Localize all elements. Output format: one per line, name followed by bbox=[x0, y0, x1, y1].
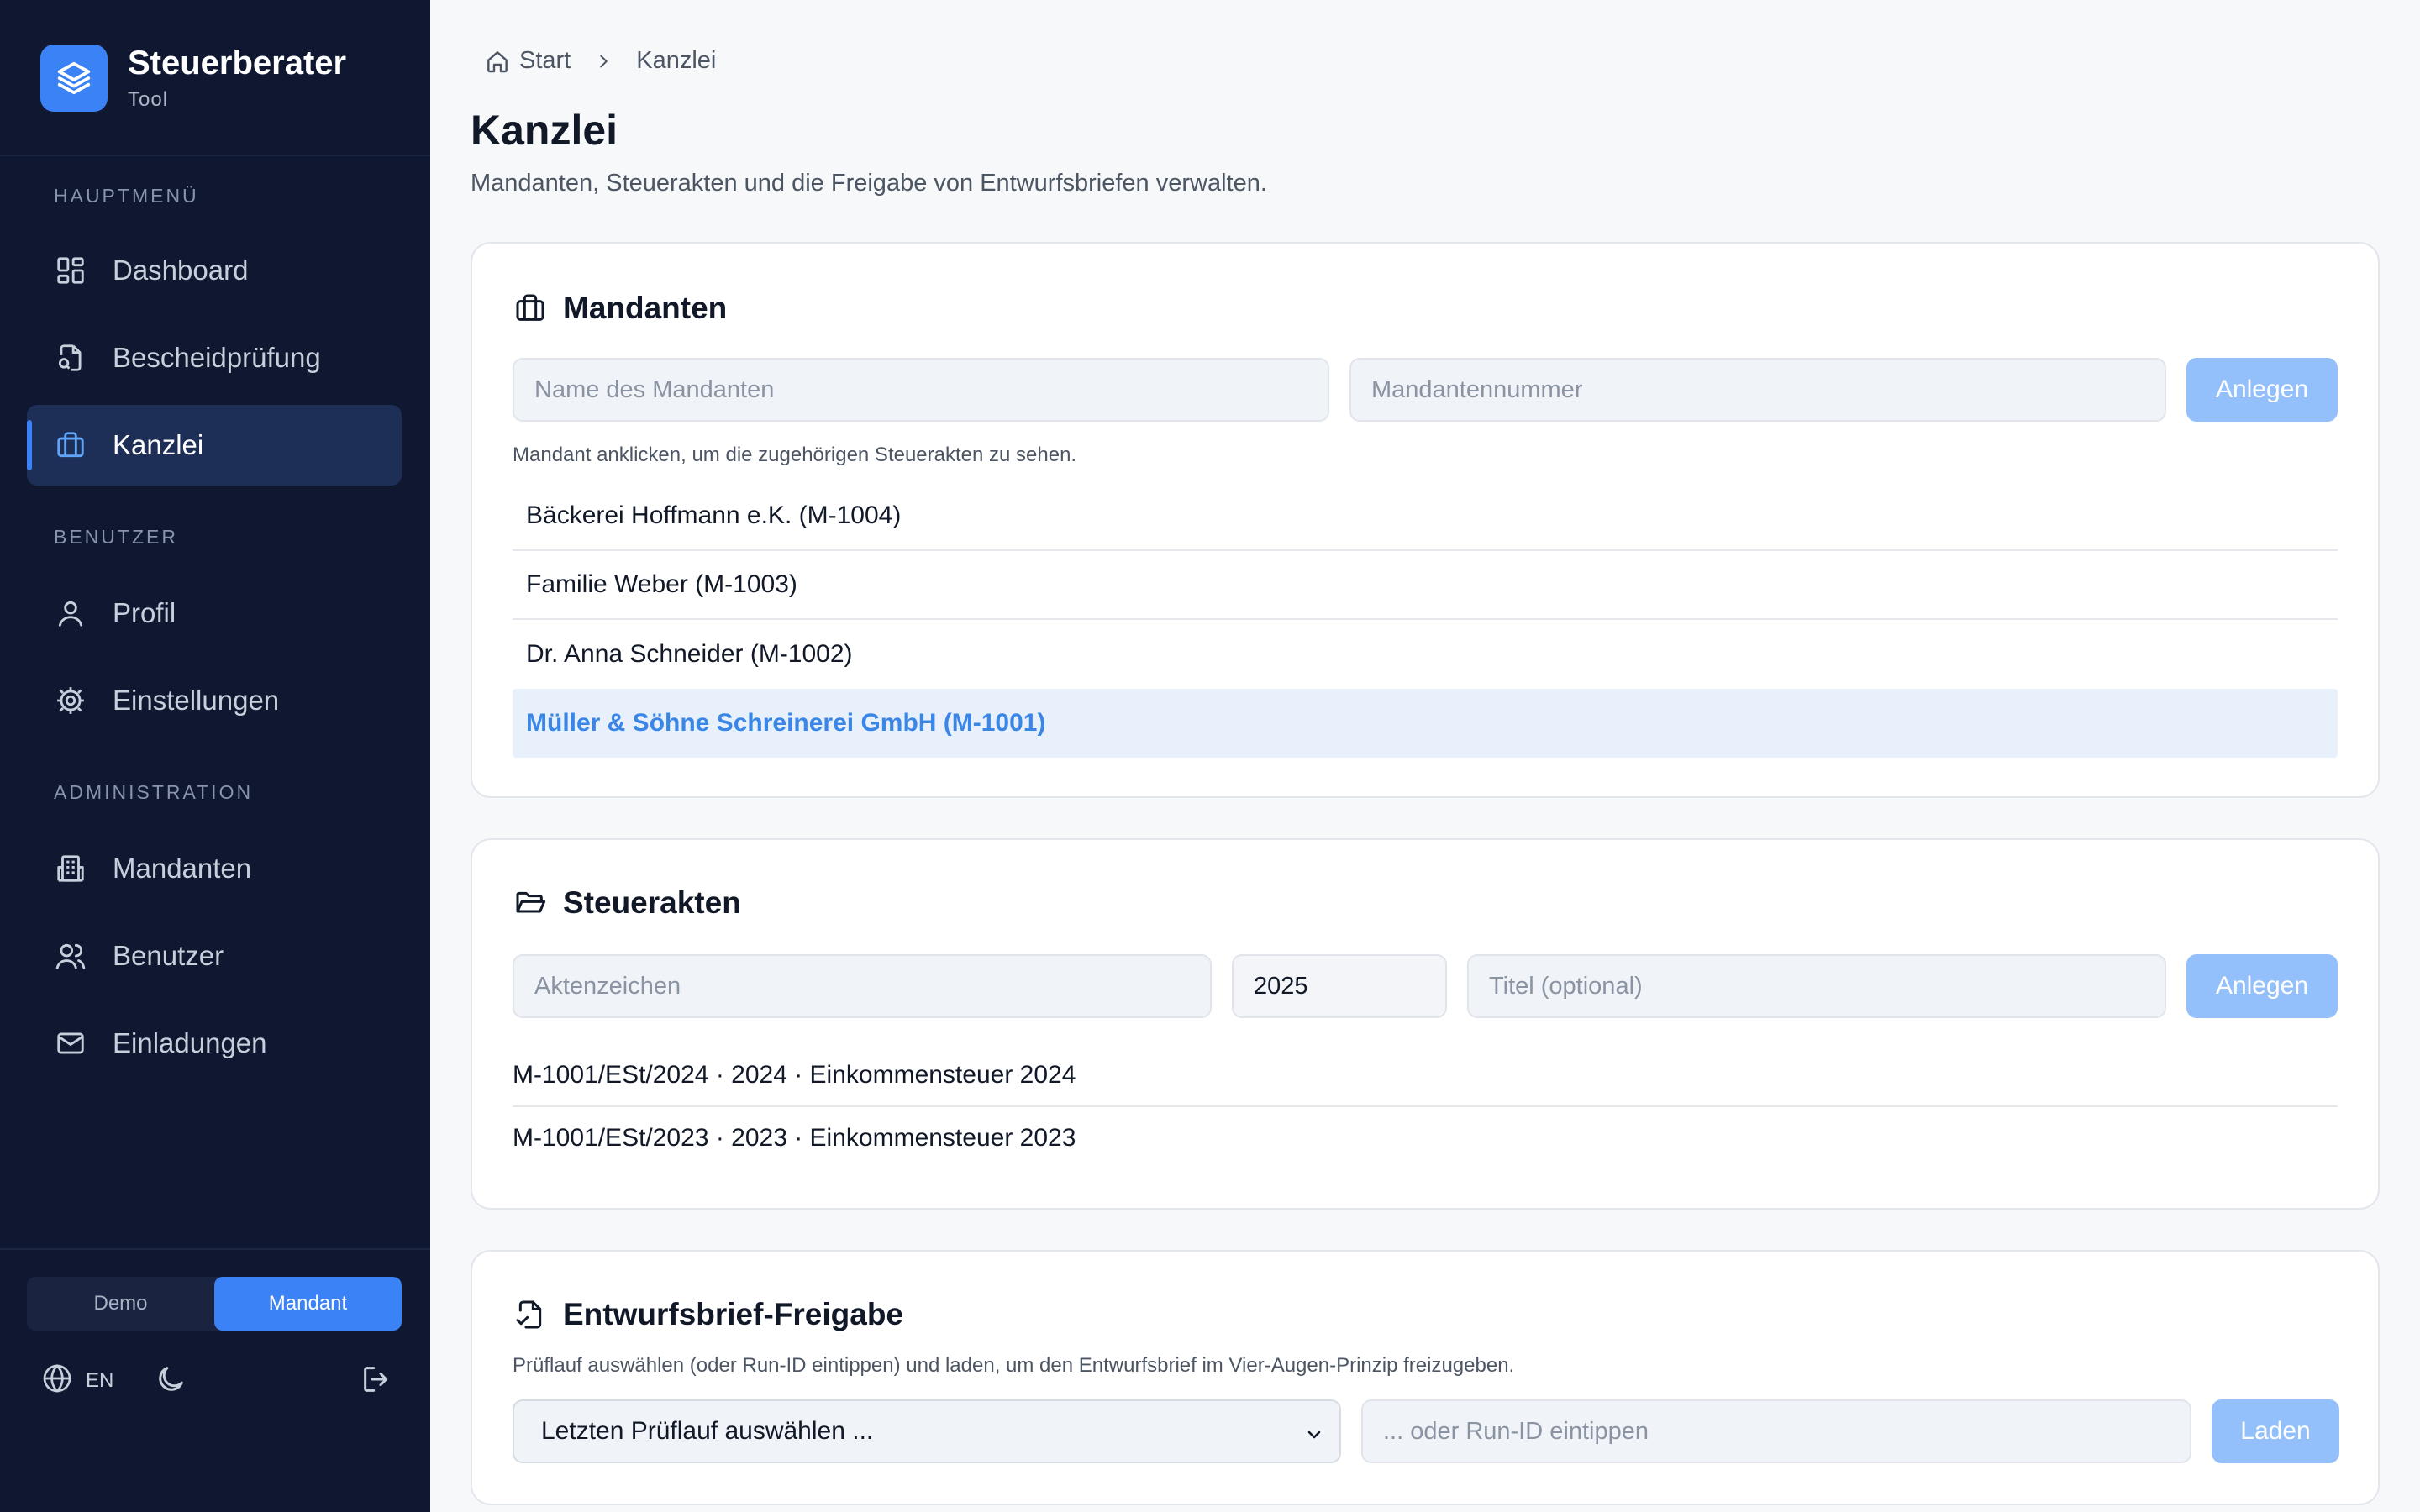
sidebar-item-label: Einladungen bbox=[113, 1027, 267, 1058]
sidebar-item-label: Profil bbox=[113, 597, 176, 628]
client-list-hint: Mandant anklicken, um die zugehörigen St… bbox=[513, 444, 1077, 466]
freigabe-hint: Prüflauf auswählen (oder Run-ID eintippe… bbox=[513, 1354, 1515, 1377]
globe-icon bbox=[40, 1362, 74, 1401]
brand[interactable]: Steuerberater Tool bbox=[40, 44, 346, 113]
page-subtitle: Mandanten, Steuerakten und die Freigabe … bbox=[471, 170, 1267, 197]
list-item-selected[interactable]: Müller & Söhne Schreinerei GmbH (M-1001) bbox=[513, 689, 2338, 758]
mode-demo-button[interactable]: Demo bbox=[27, 1277, 214, 1331]
create-file-button[interactable]: Anlegen bbox=[2186, 954, 2338, 1018]
mode-toggle: Demo Mandant bbox=[27, 1277, 402, 1331]
sidebar-item-einstellungen[interactable]: Einstellungen bbox=[27, 660, 402, 741]
dashboard-icon bbox=[54, 254, 87, 287]
list-item[interactable]: Bäckerei Hoffmann e.K. (M-1004) bbox=[513, 482, 2338, 551]
list-item[interactable]: M-1001/ESt/2023 · 2023 · Einkommensteuer… bbox=[513, 1107, 2338, 1169]
moon-icon bbox=[154, 1362, 187, 1400]
breadcrumb: Start Kanzlei bbox=[484, 47, 716, 75]
card-title-text: Mandanten bbox=[563, 291, 728, 325]
users-icon bbox=[54, 939, 87, 973]
logout-button[interactable] bbox=[360, 1362, 393, 1400]
list-item[interactable]: Familie Weber (M-1003) bbox=[513, 551, 2338, 620]
sidebar-item-label: Kanzlei bbox=[113, 429, 204, 460]
briefcase-icon bbox=[54, 428, 87, 462]
gear-icon bbox=[54, 684, 87, 717]
logout-icon bbox=[360, 1362, 393, 1400]
load-run-button[interactable]: Laden bbox=[2212, 1399, 2339, 1463]
file-search-icon bbox=[54, 341, 87, 375]
freigabe-card-title: Entwurfsbrief-Freigabe bbox=[513, 1297, 903, 1332]
mandanten-card-title: Mandanten bbox=[513, 291, 727, 326]
sidebar-item-mandanten[interactable]: Mandanten bbox=[27, 828, 402, 909]
sidebar-item-label: Dashboard bbox=[113, 255, 249, 286]
sidebar-item-label: Bescheidprüfung bbox=[113, 342, 321, 373]
steuerakten-card: Steuerakten Anlegen M-1001/ESt/2024 · 20… bbox=[471, 838, 2380, 1210]
file-check-icon bbox=[513, 1297, 548, 1332]
building-icon bbox=[54, 852, 87, 885]
sidebar-item-dashboard[interactable]: Dashboard bbox=[27, 230, 402, 311]
section-label-admin: ADMINISTRATION bbox=[54, 781, 254, 803]
client-number-input[interactable] bbox=[1349, 358, 2166, 422]
card-title-text: Entwurfsbrief-Freigabe bbox=[563, 1297, 903, 1331]
list-item[interactable]: Dr. Anna Schneider (M-1002) bbox=[513, 620, 2338, 689]
section-label-main: HAUPTMENÜ bbox=[54, 185, 199, 207]
card-title-text: Steuerakten bbox=[563, 885, 741, 920]
chevron-right-icon bbox=[594, 52, 613, 71]
sidebar-footer-tools: EN bbox=[40, 1357, 393, 1404]
run-select-value: Letzten Prüflauf auswählen ... bbox=[541, 1417, 874, 1445]
folder-open-icon bbox=[513, 885, 548, 921]
create-client-button[interactable]: Anlegen bbox=[2186, 358, 2338, 422]
sidebar-item-benutzer[interactable]: Benutzer bbox=[27, 916, 402, 996]
breadcrumb-home-label: Start bbox=[519, 47, 571, 74]
year-input[interactable] bbox=[1232, 954, 1447, 1018]
sidebar-item-einladungen[interactable]: Einladungen bbox=[27, 1003, 402, 1084]
file-title-input[interactable] bbox=[1467, 954, 2166, 1018]
theme-toggle-button[interactable] bbox=[154, 1362, 187, 1400]
mode-mandant-button[interactable]: Mandant bbox=[214, 1277, 402, 1331]
run-select[interactable]: Letzten Prüflauf auswählen ... bbox=[513, 1399, 1341, 1463]
sidebar-item-label: Benutzer bbox=[113, 940, 224, 971]
client-name-input[interactable] bbox=[513, 358, 1329, 422]
sidebar: Steuerberater Tool HAUPTMENÜ Dashboard B… bbox=[0, 0, 430, 1512]
breadcrumb-home[interactable]: Start bbox=[484, 47, 571, 75]
list-item[interactable]: M-1001/ESt/2024 · 2024 · Einkommensteuer… bbox=[513, 1045, 2338, 1107]
divider bbox=[0, 155, 430, 156]
section-label-user: BENUTZER bbox=[54, 526, 178, 548]
mail-icon bbox=[54, 1026, 87, 1060]
brand-title: Steuerberater bbox=[128, 45, 347, 81]
breadcrumb-current: Kanzlei bbox=[636, 47, 717, 74]
freigabe-card: Entwurfsbrief-Freigabe Prüflauf auswähle… bbox=[471, 1250, 2380, 1505]
divider bbox=[0, 1248, 430, 1250]
sidebar-item-bescheidpruefung[interactable]: Bescheidprüfung bbox=[27, 318, 402, 398]
run-id-input[interactable] bbox=[1361, 1399, 2191, 1463]
page-title: Kanzlei bbox=[471, 107, 618, 154]
user-icon bbox=[54, 596, 87, 630]
layers-icon bbox=[40, 45, 108, 112]
language-label: EN bbox=[86, 1369, 114, 1392]
briefcase-icon bbox=[513, 291, 548, 326]
brand-subtitle: Tool bbox=[128, 88, 169, 111]
aktenzeichen-input[interactable] bbox=[513, 954, 1212, 1018]
mandanten-card: Mandanten Anlegen Mandant anklicken, um … bbox=[471, 242, 2380, 798]
sidebar-item-label: Mandanten bbox=[113, 853, 252, 884]
chevron-down-icon bbox=[1304, 1423, 1324, 1452]
sidebar-item-kanzlei[interactable]: Kanzlei bbox=[27, 405, 402, 486]
language-button[interactable]: EN bbox=[40, 1362, 113, 1401]
sidebar-item-label: Einstellungen bbox=[113, 685, 280, 716]
steuerakten-card-title: Steuerakten bbox=[513, 885, 741, 921]
home-icon bbox=[484, 48, 511, 75]
main-content: Start Kanzlei Kanzlei Mandanten, Steuera… bbox=[430, 0, 2420, 1512]
sidebar-item-profil[interactable]: Profil bbox=[27, 573, 402, 654]
